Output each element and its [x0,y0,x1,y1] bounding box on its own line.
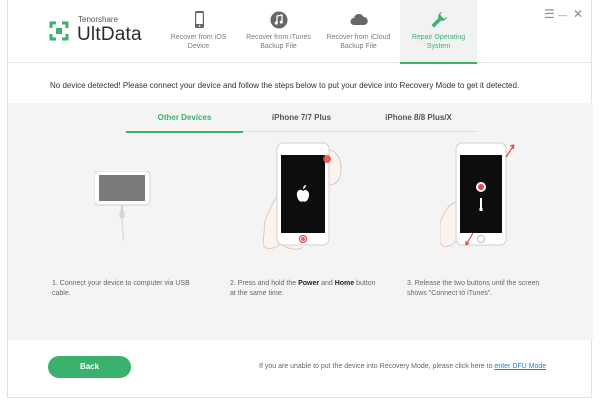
connect-itunes-illustration [440,142,515,247]
tab-iphone-8-x[interactable]: iPhone 8/8 Plus/X [360,103,477,132]
step-1-text: 1. Connect your device to computer via U… [52,280,190,297]
nav-label: Recover from iOS Device [170,34,227,50]
nav-label: Recover from iCloud Backup File [326,34,391,50]
step-2-power: Power [298,280,320,287]
nav-recover-icloud-backup[interactable]: Recover from iCloud Backup File [320,0,397,63]
brand-company: Tenorshare [78,15,119,24]
main-nav: Recover from iOS Device Recover from iTu… [160,0,480,64]
nav-label: Repair Operating System [411,34,466,50]
tab-other-devices[interactable]: Other Devices [126,103,243,133]
ultdata-logo-icon [49,21,69,41]
step-2-text: 2. Press and hold the Power and Home but… [230,279,380,298]
nav-recover-ios-device[interactable]: Recover from iOS Device [160,0,237,63]
dfu-mode-link[interactable]: enter DFU Mode [494,363,546,370]
press-buttons-illustration [263,142,342,250]
tab-iphone-7[interactable]: iPhone 7/7 Plus [243,103,360,132]
step-2-home: Home [334,280,355,287]
cloud-icon [350,13,368,25]
step-3-text: 3. Release the two buttons until the scr… [407,280,540,297]
usb-connect-illustration [94,171,151,241]
instructions-panel: Other Devices iPhone 7/7 Plus iPhone 8/8… [8,103,593,340]
wrench-icon [431,12,447,28]
nav-label: Recover from iTunes Backup File [246,34,311,50]
music-note-icon [270,11,288,29]
app-window: Tenorshare UltData Recover from iOS Devi… [7,0,593,398]
minimize-button[interactable]: — [558,9,567,21]
nav-repair-os[interactable]: Repair Operating System [400,0,477,64]
nav-recover-itunes-backup[interactable]: Recover from iTunes Backup File [240,0,317,63]
status-message: No device detected! Please connect your … [50,81,520,90]
device-tabs: Other Devices iPhone 7/7 Plus iPhone 8/8… [126,103,477,133]
step-2-and: and [319,280,335,287]
header: Tenorshare UltData Recover from iOS Devi… [8,0,593,64]
close-button[interactable]: ✕ [573,8,583,20]
footer-note-text: If you are unable to put the device into… [259,363,495,370]
phone-icon [195,11,204,28]
brand-product: UltData [77,24,142,45]
menu-icon[interactable]: ☰ [544,8,555,20]
back-button[interactable]: Back [48,356,131,378]
step-2-prefix: 2. Press and hold the [230,280,299,287]
footer-note: If you are unable to put the device into… [259,363,546,370]
